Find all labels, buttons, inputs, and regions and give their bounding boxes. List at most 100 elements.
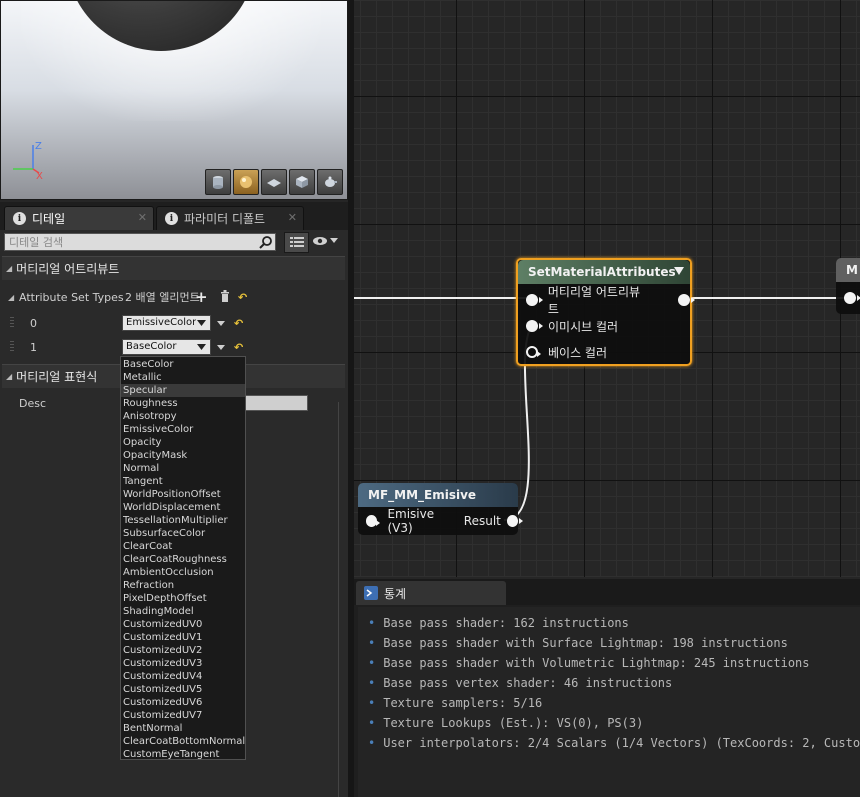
node-header[interactable]: M — [836, 258, 860, 282]
dropdown-option[interactable]: CustomizedUV6 — [121, 696, 245, 709]
teapot-icon — [325, 176, 337, 187]
close-icon[interactable]: ✕ — [138, 211, 147, 224]
section-material-expression-title: 머티리얼 표현식 — [16, 370, 98, 384]
desc-input[interactable] — [244, 395, 308, 411]
bullet-icon: • — [368, 636, 376, 650]
dropdown-option[interactable]: ClearCoatBottomNormal — [121, 735, 245, 748]
input-pin[interactable] — [526, 294, 543, 306]
dropdown-option[interactable]: SubsurfaceColor — [121, 527, 245, 540]
stat-line: • Base pass vertex shader: 46 instruction… — [358, 673, 860, 693]
dropdown-option[interactable]: Normal — [121, 462, 245, 475]
tab-details[interactable]: i 디테일 ✕ — [4, 206, 154, 230]
material-preview-viewport[interactable]: Z X — [0, 0, 348, 200]
tab-stats[interactable]: 통계 — [356, 581, 506, 605]
details-search-input[interactable]: 디테일 검색 — [4, 233, 276, 251]
input-pin[interactable] — [844, 292, 860, 304]
cube-button[interactable] — [289, 169, 315, 195]
chevron-down-icon — [330, 238, 338, 243]
drag-handle-icon[interactable] — [10, 341, 14, 353]
close-icon[interactable]: ✕ — [288, 211, 297, 224]
reset-to-default-icon[interactable]: ↶ — [234, 317, 243, 330]
bullet-icon: • — [368, 716, 376, 730]
dropdown-option[interactable]: Refraction — [121, 579, 245, 592]
sphere-button[interactable] — [233, 169, 259, 195]
view-options-button[interactable] — [312, 235, 338, 247]
pin-label: 이미시브 컬러 — [548, 319, 619, 334]
search-icon[interactable] — [259, 235, 273, 249]
dropdown-option[interactable]: BentNormal — [121, 722, 245, 735]
dropdown-option[interactable]: ShadingModel — [121, 605, 245, 618]
material-function-node[interactable]: MF_MM_Emisive Emisive (V3) Result — [358, 483, 524, 535]
drag-handle-icon[interactable] — [10, 317, 14, 329]
dropdown-option[interactable]: Tangent — [121, 475, 245, 488]
output-pin[interactable] — [506, 515, 524, 527]
element-index: 1 — [30, 340, 37, 354]
dropdown-option[interactable]: CustomEyeTangent — [121, 748, 245, 761]
dropdown-option[interactable]: CustomizedUV0 — [121, 618, 245, 631]
material-graph-canvas[interactable]: SetMaterialAttributes 머티리얼 어트리뷰트 이미시브 컬러… — [354, 0, 860, 577]
dropdown-option[interactable]: Roughness — [121, 397, 245, 410]
pin-row — [844, 289, 860, 307]
attribute-type-combo[interactable]: EmissiveColor — [122, 315, 211, 331]
dropdown-option[interactable]: WorldDisplacement — [121, 501, 245, 514]
input-pin[interactable] — [526, 320, 543, 332]
input-pin[interactable] — [526, 346, 541, 358]
reset-to-default-icon[interactable]: ↶ — [238, 291, 247, 304]
dropdown-option[interactable]: Specular — [121, 384, 245, 397]
section-material-attributes[interactable]: ◢ 머티리얼 어트리뷰트 — [2, 256, 345, 280]
dropdown-option[interactable]: WorldPositionOffset — [121, 488, 245, 501]
expand-triangle-icon[interactable]: ◢ — [8, 293, 14, 302]
attribute-type-combo[interactable]: BaseColor — [122, 339, 211, 355]
chevron-down-icon — [197, 320, 206, 326]
trash-icon[interactable] — [220, 290, 230, 302]
dropdown-option[interactable]: OpacityMask — [121, 449, 245, 462]
node-header[interactable]: SetMaterialAttributes — [518, 260, 690, 284]
node-header[interactable]: MF_MM_Emisive — [358, 483, 518, 507]
dropdown-option[interactable]: CustomizedUV1 — [121, 631, 245, 644]
pin-row-emissive-color: 이미시브 컬러 — [526, 317, 618, 335]
chevron-down-icon[interactable] — [217, 345, 225, 350]
dropdown-option[interactable]: CustomizedUV5 — [121, 683, 245, 696]
dropdown-option[interactable]: CustomizedUV4 — [121, 670, 245, 683]
property-matrix-button[interactable] — [284, 232, 309, 253]
plane-button[interactable] — [261, 169, 287, 195]
dropdown-option[interactable]: CustomizedUV2 — [121, 644, 245, 657]
node-title: M — [846, 263, 858, 277]
dropdown-option[interactable]: Anisotropy — [121, 410, 245, 423]
combo-arrow-bg — [196, 340, 208, 354]
stat-text: Base pass vertex shader: 46 instructions — [383, 676, 673, 690]
output-pin[interactable] — [678, 294, 695, 306]
array-count: 2 배열 엘리먼트 — [125, 291, 200, 304]
cylinder-button[interactable] — [205, 169, 231, 195]
dropdown-option[interactable]: ClearCoatRoughness — [121, 553, 245, 566]
bullet-icon: • — [368, 656, 376, 670]
grid-icon — [289, 236, 304, 247]
dropdown-option[interactable]: AmbientOcclusion — [121, 566, 245, 579]
add-element-icon[interactable]: + — [195, 288, 208, 306]
dropdown-option[interactable]: CustomizedUV3 — [121, 657, 245, 670]
eye-icon — [313, 237, 327, 245]
set-material-attributes-node[interactable]: SetMaterialAttributes 머티리얼 어트리뷰트 이미시브 컬러… — [516, 258, 695, 366]
stat-line: • Base pass shader with Surface Lightmap:… — [358, 633, 860, 653]
stat-line: • Base pass shader with Volumetric Lightm… — [358, 653, 860, 673]
attribute-type-dropdown[interactable]: BaseColor Metallic Specular Roughness Anisot… — [120, 356, 246, 760]
cube-icon — [296, 176, 308, 188]
dropdown-option[interactable]: Metallic — [121, 371, 245, 384]
input-pin[interactable] — [366, 515, 382, 527]
dropdown-option[interactable]: ClearCoat — [121, 540, 245, 553]
material-output-node[interactable]: M — [836, 258, 860, 314]
dropdown-option[interactable]: CustomizedUV7 — [121, 709, 245, 722]
dropdown-option[interactable]: EmissiveColor — [121, 423, 245, 436]
tab-parameter-defaults[interactable]: i 파라미터 디폴트 ✕ — [156, 206, 304, 230]
teapot-button[interactable] — [317, 169, 343, 195]
dropdown-option[interactable]: TessellationMultiplier — [121, 514, 245, 527]
collapse-icon[interactable] — [674, 267, 684, 275]
reset-to-default-icon[interactable]: ↶ — [234, 341, 243, 354]
dropdown-option[interactable]: Opacity — [121, 436, 245, 449]
pin-row-base-color: 베이스 컬러 — [526, 343, 607, 361]
dropdown-option[interactable]: BaseColor — [121, 358, 245, 371]
dropdown-option[interactable]: PixelDepthOffset — [121, 592, 245, 605]
stat-line: • User interpolators: 2/4 Scalars (1/4 Ve… — [358, 733, 860, 753]
stat-text: Base pass shader with Volumetric Lightma… — [383, 656, 810, 670]
chevron-down-icon[interactable] — [217, 321, 225, 326]
